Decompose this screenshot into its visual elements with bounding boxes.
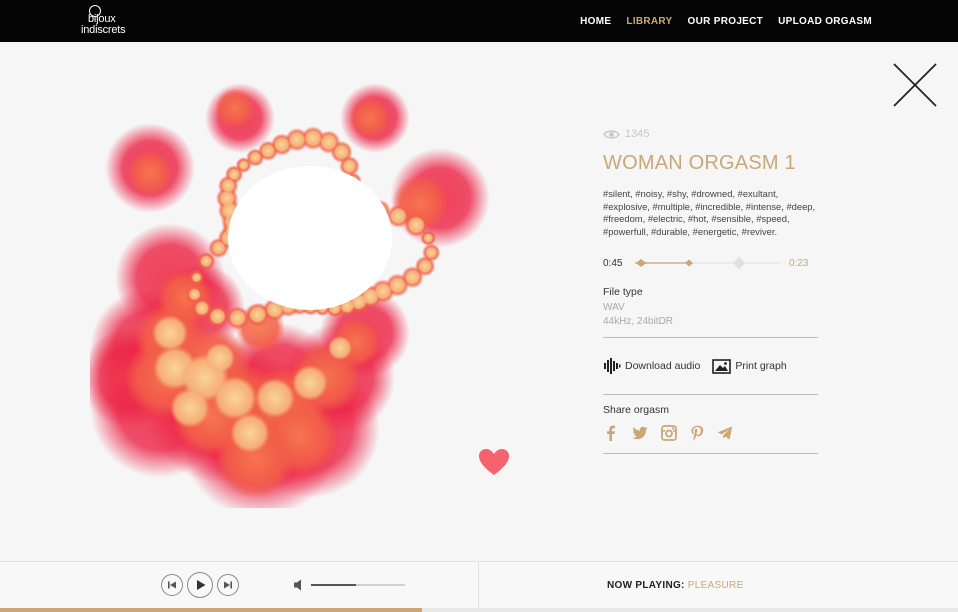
- skip-previous-icon: [168, 581, 176, 589]
- viz-blob-orange: [215, 88, 255, 128]
- viz-bead: [425, 246, 438, 259]
- logo-text-line2: indiscrets: [81, 24, 126, 36]
- viz-center-hollow: [228, 166, 392, 310]
- nav-library[interactable]: LIBRARY: [626, 16, 672, 27]
- twitter-icon[interactable]: [631, 425, 649, 441]
- share-icons: [603, 422, 819, 444]
- eye-icon: [603, 129, 620, 139]
- main-nav: HOME LIBRARY OUR PROJECT UPLOAD ORGASM: [580, 0, 872, 42]
- viz-bead: [333, 143, 350, 161]
- skip-next-icon: [224, 581, 232, 589]
- facebook-icon[interactable]: [603, 425, 619, 442]
- viz-blob-orange: [350, 98, 390, 138]
- favorite-button[interactable]: [478, 448, 510, 476]
- viz-bead: [423, 233, 434, 243]
- heart-icon: [479, 449, 509, 475]
- track-title: WOMAN ORGASM 1: [603, 152, 796, 174]
- previous-track-button[interactable]: [161, 574, 183, 596]
- playback-progress-fill: [0, 608, 422, 612]
- speaker-icon[interactable]: [293, 578, 307, 592]
- viz-bead: [191, 272, 202, 283]
- nav-our-project[interactable]: OUR PROJECT: [688, 16, 764, 27]
- download-audio-label: Download audio: [625, 360, 701, 373]
- viz-bead: [188, 288, 201, 301]
- now-playing-label: NOW PLAYING:: [607, 580, 685, 591]
- divider: [603, 394, 818, 396]
- next-track-button[interactable]: [217, 574, 239, 596]
- viz-blob-peach: [170, 388, 210, 428]
- viz-blob-peach: [292, 365, 328, 401]
- time-remaining: 0:23: [789, 257, 809, 269]
- instagram-icon[interactable]: [661, 425, 677, 442]
- download-audio-button[interactable]: Download audio: [603, 358, 701, 375]
- share-label: Share orgasm: [603, 404, 669, 417]
- viz-blob-peach: [152, 315, 188, 351]
- track-actions: Download audio Print graph: [603, 338, 819, 394]
- print-graph-label: Print graph: [735, 360, 787, 373]
- play-icon: [197, 580, 206, 590]
- view-count-value: 1345: [625, 128, 650, 140]
- print-graph-button[interactable]: Print graph: [712, 359, 787, 374]
- audio-waveform-icon: [604, 358, 621, 375]
- viz-bead: [199, 254, 213, 268]
- view-count: 1345: [603, 128, 819, 140]
- viz-blob-peach: [328, 336, 352, 360]
- nav-home[interactable]: HOME: [580, 16, 611, 27]
- orgasm-visualization-graph: [90, 83, 490, 508]
- viz-blob-peach: [230, 413, 270, 453]
- top-navigation-bar: bijoux indiscrets HOME LIBRARY OUR PROJE…: [0, 0, 958, 42]
- now-playing-track: PLEASURE: [687, 580, 744, 591]
- viz-bead: [342, 158, 357, 174]
- viz-bead: [288, 130, 306, 149]
- telegram-icon[interactable]: [717, 425, 733, 441]
- file-format: WAV: [603, 302, 625, 314]
- volume-slider[interactable]: [311, 584, 405, 586]
- viz-bead: [248, 305, 267, 324]
- image-icon: [712, 359, 732, 374]
- now-playing: NOW PLAYING: PLEASURE: [607, 580, 744, 591]
- track-info-panel: 1345 WOMAN ORGASM 1 #silent, #noisy, #sh…: [603, 128, 819, 455]
- file-type-label: File type: [603, 286, 643, 299]
- viz-bead: [404, 268, 421, 286]
- viz-bead: [249, 151, 262, 164]
- track-player: 0:45 0:23: [603, 254, 819, 272]
- viz-bead: [304, 129, 323, 148]
- viz-blob-orange: [128, 151, 172, 195]
- time-elapsed: 0:45: [603, 257, 623, 269]
- viz-bead: [227, 168, 241, 181]
- nav-upload-orgasm[interactable]: UPLOAD ORGASM: [778, 16, 872, 27]
- volume-level: [311, 584, 357, 586]
- pinterest-icon[interactable]: [689, 425, 705, 441]
- brand-logo[interactable]: bijoux indiscrets: [80, 3, 136, 39]
- file-quality: 44kHz, 24bitDR: [603, 316, 674, 328]
- viz-bead: [238, 160, 249, 171]
- viz-bead: [260, 143, 276, 159]
- viz-blob-peach: [205, 343, 235, 373]
- viz-bead: [273, 136, 291, 153]
- waveform-scrubber[interactable]: [633, 254, 783, 272]
- viz-bead: [417, 258, 433, 274]
- viz-bead: [194, 300, 210, 316]
- viz-blob-peach: [255, 378, 295, 418]
- playback-progress-bar[interactable]: [0, 608, 958, 612]
- viz-bead: [228, 309, 247, 327]
- play-button[interactable]: [187, 572, 213, 598]
- bottom-player-bar: NOW PLAYING: PLEASURE: [0, 561, 958, 612]
- track-tags: #silent, #noisy, #shy, #drowned, #exulta…: [603, 188, 816, 237]
- viz-bead: [209, 308, 226, 325]
- close-icon: [893, 63, 937, 107]
- close-button[interactable]: [892, 62, 938, 108]
- viz-bead: [407, 216, 426, 235]
- divider: [603, 453, 818, 455]
- divider: [478, 562, 479, 608]
- viz-bead: [389, 207, 408, 225]
